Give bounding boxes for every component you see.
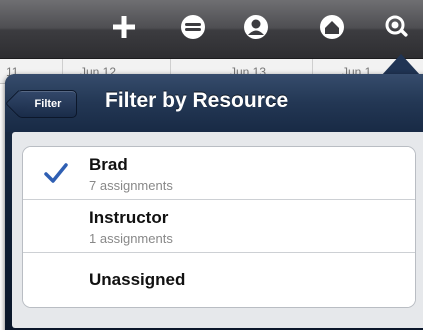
add-icon[interactable]: [111, 14, 137, 40]
search-icon[interactable]: [384, 14, 410, 40]
popover-content: Brad 7 assignments Instructor 1 assignme…: [12, 132, 423, 328]
checkmark-icon: [44, 163, 68, 183]
screen: 11 Jun 12 Jun 13 Jun 1 Filter Filter by …: [0, 0, 423, 330]
resource-row-instructor[interactable]: Instructor 1 assignments: [23, 200, 415, 253]
resource-name: Instructor: [89, 208, 169, 227]
popover-arrow: [381, 54, 421, 76]
resource-assignment-count: 1 assignments: [89, 231, 173, 246]
resource-assignment-count: 7 assignments: [89, 178, 173, 193]
filter-popover: Filter Filter by Resource Brad 7 assignm…: [5, 74, 423, 330]
home-icon[interactable]: [319, 14, 345, 40]
person-icon[interactable]: [243, 14, 269, 40]
back-button[interactable]: Filter: [17, 90, 77, 118]
resource-row-unassigned[interactable]: Unassigned: [23, 253, 415, 307]
popover-nav-bar: Filter Filter by Resource: [5, 74, 423, 132]
resource-name: Unassigned: [89, 270, 186, 289]
toolbar: [0, 0, 423, 59]
resource-row-brad[interactable]: Brad 7 assignments: [23, 147, 415, 200]
popover-title: Filter by Resource: [105, 89, 289, 112]
back-button-label: Filter: [34, 98, 62, 110]
resource-list: Brad 7 assignments Instructor 1 assignme…: [22, 146, 416, 308]
resource-name: Brad: [89, 155, 128, 174]
link-icon[interactable]: [180, 14, 206, 40]
